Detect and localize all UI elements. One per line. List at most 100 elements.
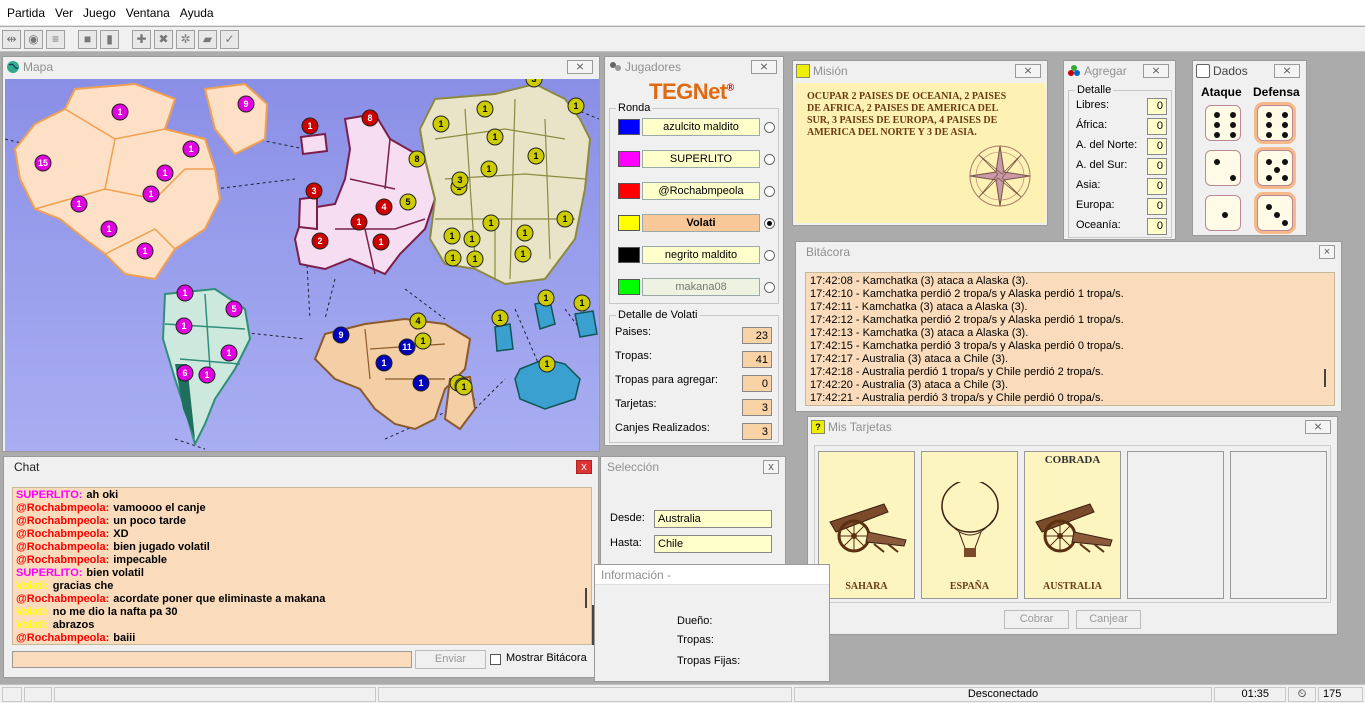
- army-count: 1: [204, 370, 209, 380]
- army-count: 1: [579, 298, 584, 308]
- player-name[interactable]: SUPERLITO: [642, 150, 760, 168]
- regroup-icon[interactable]: ✲: [176, 30, 195, 49]
- chat-scrollbar[interactable]: [585, 588, 587, 608]
- players-close-button[interactable]: ⨯: [751, 60, 777, 74]
- player-color-swatch: [618, 183, 640, 199]
- die-pip: [1282, 175, 1288, 181]
- army-count: 1: [307, 121, 312, 131]
- player-name[interactable]: negrito maldito: [642, 246, 760, 264]
- cards-close-button[interactable]: ⨯: [1305, 420, 1331, 434]
- player-detail-group: Detalle de Volati Paises: 23 Tropas: 41 Trop…: [609, 309, 779, 443]
- chat-input[interactable]: [12, 651, 412, 668]
- log-line: 17:42:08 - Kamchatka (3) ataca a Alaska …: [810, 275, 1029, 287]
- agregar-detail-label: Detalle: [1075, 84, 1114, 96]
- log-area[interactable]: 17:42:08 - Kamchatka (3) ataca a Alaska …: [805, 272, 1335, 406]
- send-button[interactable]: Enviar: [415, 650, 486, 669]
- menu-ver[interactable]: Ver: [50, 6, 78, 20]
- agregar-row-label: Oceanía:: [1076, 219, 1121, 231]
- show-log-checkbox[interactable]: [490, 654, 501, 665]
- add-icon[interactable]: ✚: [132, 30, 151, 49]
- log-line: 17:42:21 - Australia perdió 3 tropa/s y …: [810, 392, 1104, 404]
- empty-card-slot: [1127, 451, 1224, 599]
- menu-juego[interactable]: Juego: [78, 6, 121, 20]
- chat-text: vamoooo el canje: [113, 502, 206, 514]
- list-icon[interactable]: ≡: [46, 30, 65, 49]
- menu-ventana[interactable]: Ventana: [121, 6, 175, 20]
- army-count: 1: [420, 336, 425, 346]
- player-turn-radio[interactable]: [764, 154, 775, 165]
- die-pip: [1274, 167, 1280, 173]
- country-card[interactable]: SAHARA: [818, 451, 915, 599]
- country-card[interactable]: TEGNETESPAÑA: [921, 451, 1018, 599]
- end-icon[interactable]: ▮: [100, 30, 119, 49]
- chat-username: @Rochabmpeola:: [16, 632, 110, 644]
- empty-card-slot: [1230, 451, 1327, 599]
- army-count: 3: [311, 186, 316, 196]
- player-name[interactable]: Volati: [642, 214, 760, 232]
- fixed-troops-label: Tropas Fijas:: [677, 655, 741, 667]
- log-close-button[interactable]: ×: [1319, 245, 1335, 259]
- stop-icon[interactable]: ■: [78, 30, 97, 49]
- cannon-icon: [1035, 503, 1113, 553]
- chat-username: SUPERLITO:: [16, 567, 83, 579]
- chat-window: Chat x SUPERLITO: ah oki @Rochabmpeola: vam…: [3, 456, 599, 678]
- army-count: 1: [106, 224, 111, 234]
- card-icon[interactable]: ▰: [198, 30, 217, 49]
- round-group: Ronda azulcito maldito SUPERLITO @Rochabmp…: [609, 102, 779, 304]
- army-count: 1: [469, 234, 474, 244]
- dice-close-button[interactable]: ⨯: [1274, 64, 1300, 78]
- check-icon[interactable]: ✓: [220, 30, 239, 49]
- chat-text: baiii: [113, 632, 136, 644]
- player-turn-radio[interactable]: [764, 250, 775, 261]
- mission-close-button[interactable]: ⨯: [1015, 64, 1041, 78]
- chat-username: Volati:: [16, 580, 49, 592]
- cards-window: Mis Tarjetas ? ⨯ SAHARATEGNETESPAÑACOBRA…: [807, 416, 1338, 635]
- player-turn-radio[interactable]: [764, 218, 775, 229]
- defense-die: [1257, 105, 1293, 141]
- agregar-row-value: 0: [1147, 118, 1167, 135]
- menu-partida[interactable]: Partida: [2, 6, 50, 20]
- status-cell-1: [2, 687, 22, 702]
- player-stat-value: 41: [742, 351, 772, 368]
- desde-field[interactable]: Australia: [654, 510, 772, 528]
- player-turn-radio[interactable]: [764, 282, 775, 293]
- show-log-label: Mostrar Bitácora: [506, 652, 587, 664]
- hasta-field[interactable]: Chile: [654, 535, 772, 553]
- die-pip: [1230, 175, 1236, 181]
- agregar-row-label: Asia:: [1076, 179, 1101, 191]
- chat-close-button[interactable]: x: [576, 460, 592, 474]
- player-turn-radio[interactable]: [764, 122, 775, 133]
- player-stat-label: Tarjetas:: [615, 398, 657, 410]
- selection-close-button[interactable]: x: [763, 460, 779, 474]
- army-count: 1: [181, 321, 186, 331]
- army-count: 1: [492, 132, 497, 142]
- disconnect-icon[interactable]: ◉: [24, 30, 43, 49]
- chat-text: gracias che: [52, 580, 114, 592]
- player-turn-radio[interactable]: [764, 186, 775, 197]
- player-name[interactable]: azulcito maldito: [642, 118, 760, 136]
- agregar-close-button[interactable]: ⨯: [1143, 64, 1169, 78]
- chat-text: un poco tarde: [113, 515, 186, 527]
- canjear-button[interactable]: Canjear: [1076, 610, 1141, 629]
- world-map[interactable]: 1915111111151161183412185113111113111111…: [5, 79, 599, 451]
- army-count: 4: [415, 316, 420, 326]
- connect-icon[interactable]: ⇹: [2, 30, 21, 49]
- card-country-name: ESPAÑA: [949, 581, 990, 592]
- player-name[interactable]: @Rochabmpeola: [642, 182, 760, 200]
- army-count: 1: [543, 293, 548, 303]
- attack-icon[interactable]: ✖: [154, 30, 173, 49]
- map-close-button[interactable]: ⨯: [567, 60, 593, 74]
- die-pip: [1230, 132, 1236, 138]
- chat-messages[interactable]: SUPERLITO: ah oki @Rochabmpeola: vamoooo el…: [12, 487, 592, 645]
- status-cell-2: [24, 687, 52, 702]
- info-title: Información -: [595, 565, 829, 585]
- chat-username: @Rochabmpeola:: [16, 593, 110, 605]
- cannon-icon: [829, 503, 907, 553]
- country-card[interactable]: COBRADA AUSTRALIA: [1024, 451, 1121, 599]
- clock-display: 01:35: [1214, 687, 1286, 702]
- cobrar-button[interactable]: Cobrar: [1004, 610, 1069, 629]
- chat-username: @Rochabmpeola:: [16, 541, 110, 553]
- player-name[interactable]: makana08: [642, 278, 760, 296]
- menu-ayuda[interactable]: Ayuda: [175, 6, 219, 20]
- log-scrollbar[interactable]: [1324, 369, 1326, 387]
